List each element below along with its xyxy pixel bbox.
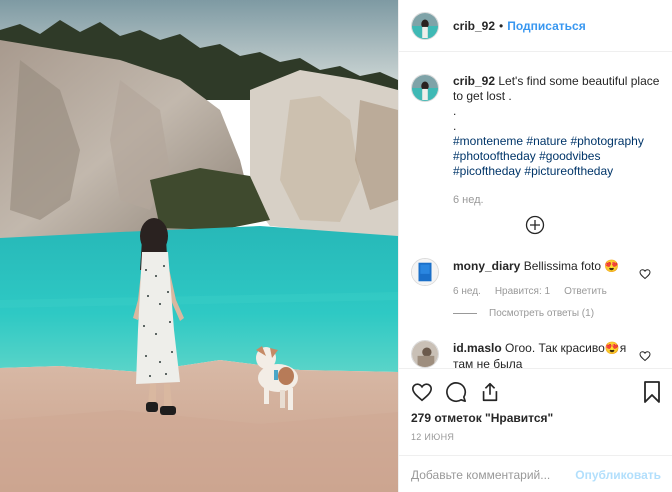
caption-dot: . [453, 104, 457, 118]
view-replies-button[interactable]: Посмотреть ответы (1) [453, 308, 594, 319]
comments-section: crib_92 Let's find some beautiful place … [399, 52, 672, 368]
caption-dot: . [453, 119, 457, 133]
hashtag-link[interactable]: #picoftheday [453, 164, 521, 178]
comment-icon [446, 382, 467, 403]
hashtag-link[interactable]: #photooftheday [453, 149, 536, 163]
load-more-comments-button[interactable] [525, 215, 545, 235]
like-button[interactable] [411, 381, 433, 403]
comment-like-button[interactable] [639, 350, 651, 362]
comment-time[interactable]: 6 нед. [453, 284, 481, 300]
likes-count[interactable]: 279 отметок "Нравится" [411, 411, 553, 425]
share-button[interactable] [479, 381, 501, 403]
comment-text: Bellissima foto 😍 [523, 259, 620, 273]
plus-circle-icon [525, 215, 545, 235]
follow-button[interactable]: Подписаться [507, 19, 585, 33]
action-icons [411, 381, 501, 403]
heart-icon [639, 351, 651, 362]
publish-button[interactable]: Опубликовать [575, 468, 661, 482]
comment-avatar[interactable] [411, 258, 439, 286]
comment-username[interactable]: id.maslo [453, 341, 502, 355]
caption-body: crib_92 Let's find some beautiful place … [453, 74, 663, 208]
post-actions: 279 отметок "Нравится" 12 ИЮНЯ Опубликов… [399, 368, 672, 492]
hashtag-link[interactable]: #monteneme [453, 134, 523, 148]
save-button[interactable] [643, 381, 661, 403]
comment-avatar[interactable] [411, 340, 439, 368]
comment-item: id.maslo Огоо. Так красиво😍я там не была [411, 340, 667, 368]
comment-username[interactable]: mony_diary [453, 259, 520, 273]
view-replies-label: Посмотреть ответы (1) [489, 308, 595, 319]
post-side-panel: crib_92 • Подписаться crib_92 Let's find… [398, 0, 672, 492]
reply-button[interactable]: Ответить [564, 284, 607, 300]
caption: crib_92 Let's find some beautiful place … [411, 74, 667, 208]
comment-input[interactable] [411, 467, 576, 482]
lake-photo-illustration [0, 0, 398, 492]
comment-button[interactable] [445, 381, 467, 403]
post-photo[interactable] [0, 0, 398, 492]
heart-icon [412, 383, 432, 402]
header-separator: • [499, 18, 504, 33]
avatar[interactable] [411, 11, 439, 40]
caption-time[interactable]: 6 нед. [453, 193, 663, 208]
caption-username[interactable]: crib_92 [453, 74, 495, 88]
bookmark-icon [644, 381, 660, 403]
post-date[interactable]: 12 ИЮНЯ [411, 432, 454, 442]
post-header: crib_92 • Подписаться [399, 0, 672, 52]
comment-body: mony_diary Bellissima foto 😍 6 нед. Нрав… [453, 258, 643, 300]
instagram-post: crib_92 • Подписаться crib_92 Let's find… [0, 0, 672, 492]
replies-divider [453, 313, 477, 314]
hashtag-link[interactable]: #photography [570, 134, 643, 148]
add-comment-bar: Опубликовать [399, 455, 672, 492]
share-icon [482, 382, 498, 402]
hashtag-link[interactable]: #nature [526, 134, 567, 148]
comment-meta: 6 нед. Нравится: 1 Ответить [453, 284, 643, 300]
comment-body: id.maslo Огоо. Так красиво😍я там не была [453, 340, 643, 368]
comment-like-button[interactable] [639, 268, 651, 280]
hashtag-link[interactable]: #goodvibes [539, 149, 600, 163]
caption-avatar[interactable] [411, 74, 439, 102]
comment-item: mony_diary Bellissima foto 😍 6 нед. Нрав… [411, 258, 667, 300]
comment-likes[interactable]: Нравится: 1 [495, 284, 550, 300]
hashtag-link[interactable]: #pictureoftheday [524, 164, 613, 178]
heart-icon [639, 269, 651, 280]
hashtags: #monteneme #nature #photography #photoof… [453, 134, 663, 179]
header-username[interactable]: crib_92 [453, 19, 495, 33]
